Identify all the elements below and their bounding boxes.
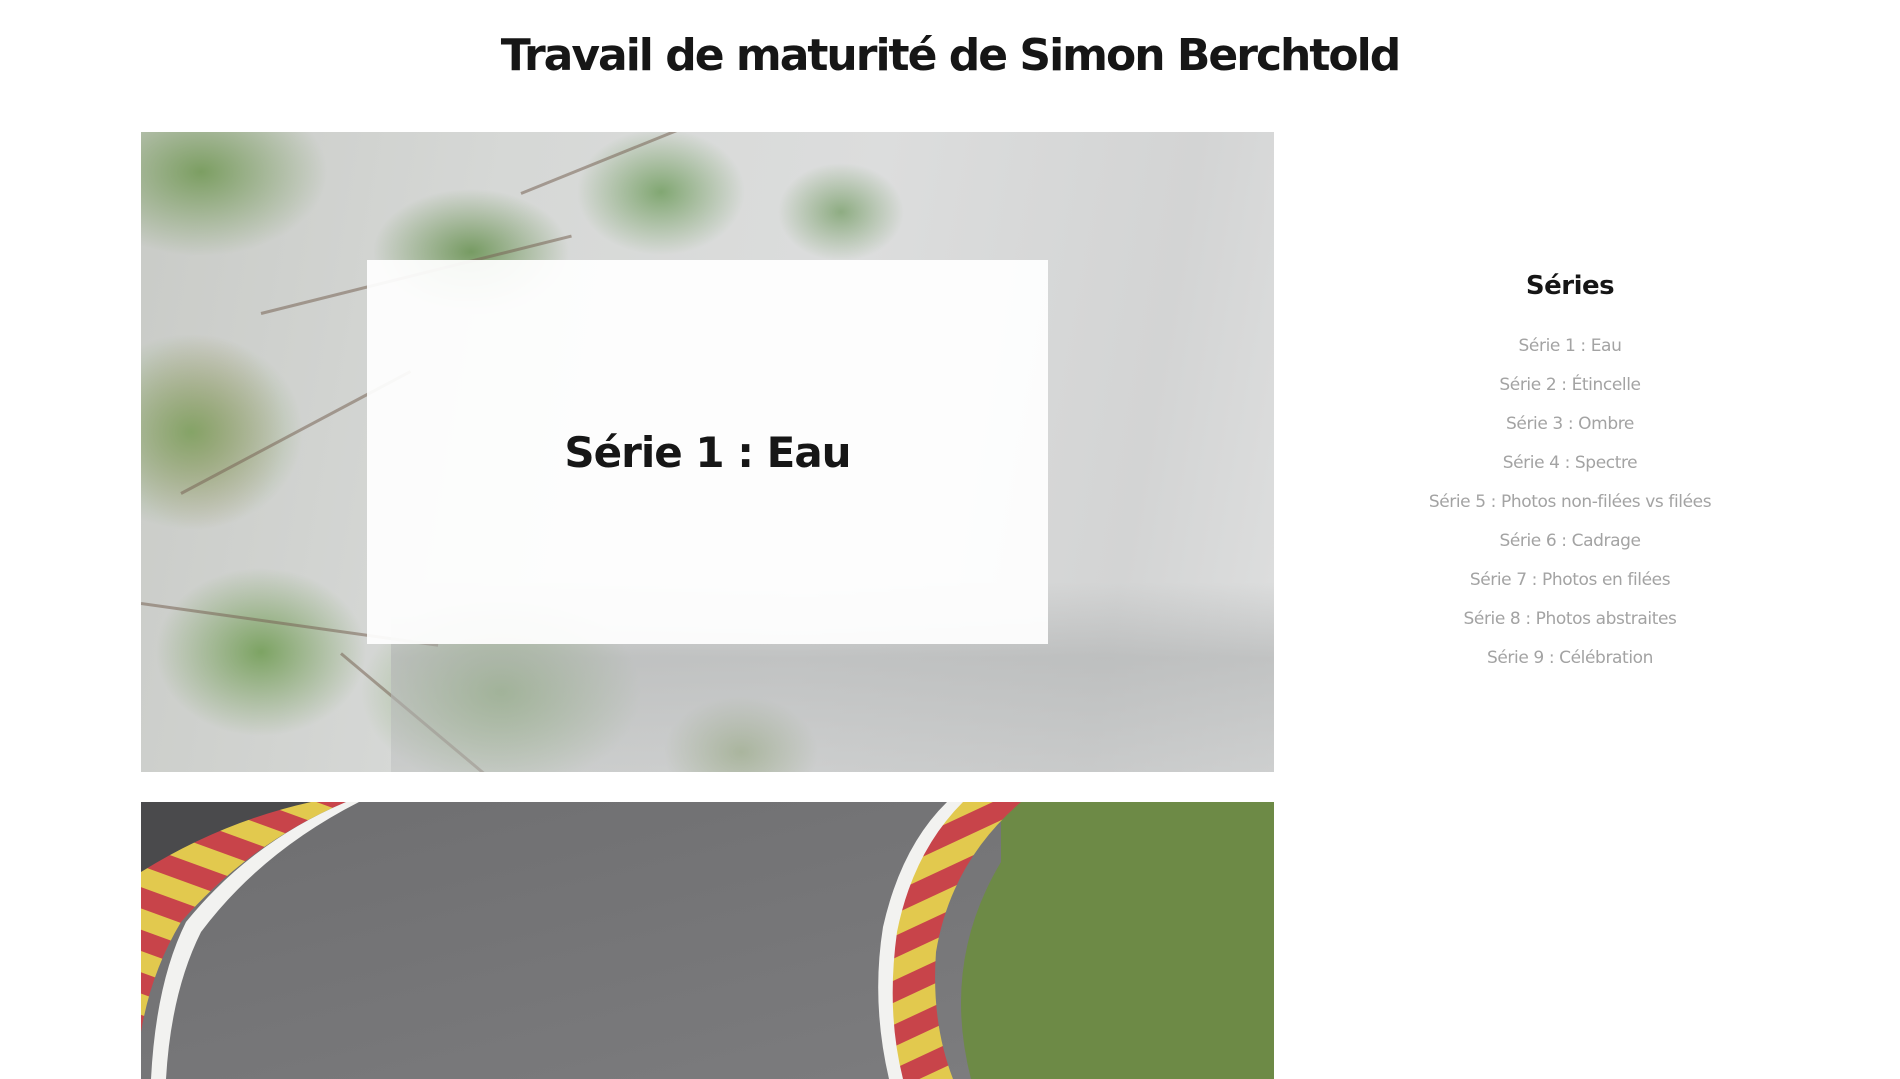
post-image-race-track: [141, 802, 1274, 1079]
series-list-item: Série 5 : Photos non-filées vs filées: [1370, 482, 1770, 521]
series-link-7[interactable]: Série 7 : Photos en filées: [1470, 570, 1671, 590]
sidebar-heading: Séries: [1525, 271, 1615, 301]
series-list-item: Série 6 : Cadrage: [1370, 521, 1770, 560]
post-title-box: Série 1 : Eau: [367, 260, 1048, 644]
post-card-serie-2[interactable]: [141, 802, 1274, 1079]
series-link-3[interactable]: Série 3 : Ombre: [1506, 414, 1634, 434]
series-list: Série 1 : Eau Série 2 : Étincelle Série …: [1370, 326, 1770, 677]
series-link-2[interactable]: Série 2 : Étincelle: [1499, 375, 1641, 395]
series-link-8[interactable]: Série 8 : Photos abstraites: [1464, 609, 1677, 629]
series-list-item: Série 7 : Photos en filées: [1370, 560, 1770, 599]
series-list-item: Série 2 : Étincelle: [1370, 365, 1770, 404]
series-list-item: Série 4 : Spectre: [1370, 443, 1770, 482]
page: Travail de maturité de Simon Berchtold S…: [0, 0, 1900, 1079]
series-link-9[interactable]: Série 9 : Célébration: [1487, 648, 1653, 668]
series-link-1[interactable]: Série 1 : Eau: [1519, 336, 1622, 356]
series-link-5[interactable]: Série 5 : Photos non-filées vs filées: [1429, 492, 1712, 512]
series-link-4[interactable]: Série 4 : Spectre: [1503, 453, 1638, 473]
series-list-item: Série 9 : Célébration: [1370, 638, 1770, 677]
series-list-item: Série 1 : Eau: [1370, 326, 1770, 365]
series-link-6[interactable]: Série 6 : Cadrage: [1499, 531, 1641, 551]
series-list-item: Série 3 : Ombre: [1370, 404, 1770, 443]
series-list-item: Série 8 : Photos abstraites: [1370, 599, 1770, 638]
sidebar-series: Séries Série 1 : Eau Série 2 : Étincelle…: [1370, 266, 1770, 677]
site-title[interactable]: Travail de maturité de Simon Berchtold: [0, 26, 1900, 86]
post-title: Série 1 : Eau: [564, 427, 851, 477]
post-card-serie-1[interactable]: Série 1 : Eau: [141, 132, 1274, 772]
